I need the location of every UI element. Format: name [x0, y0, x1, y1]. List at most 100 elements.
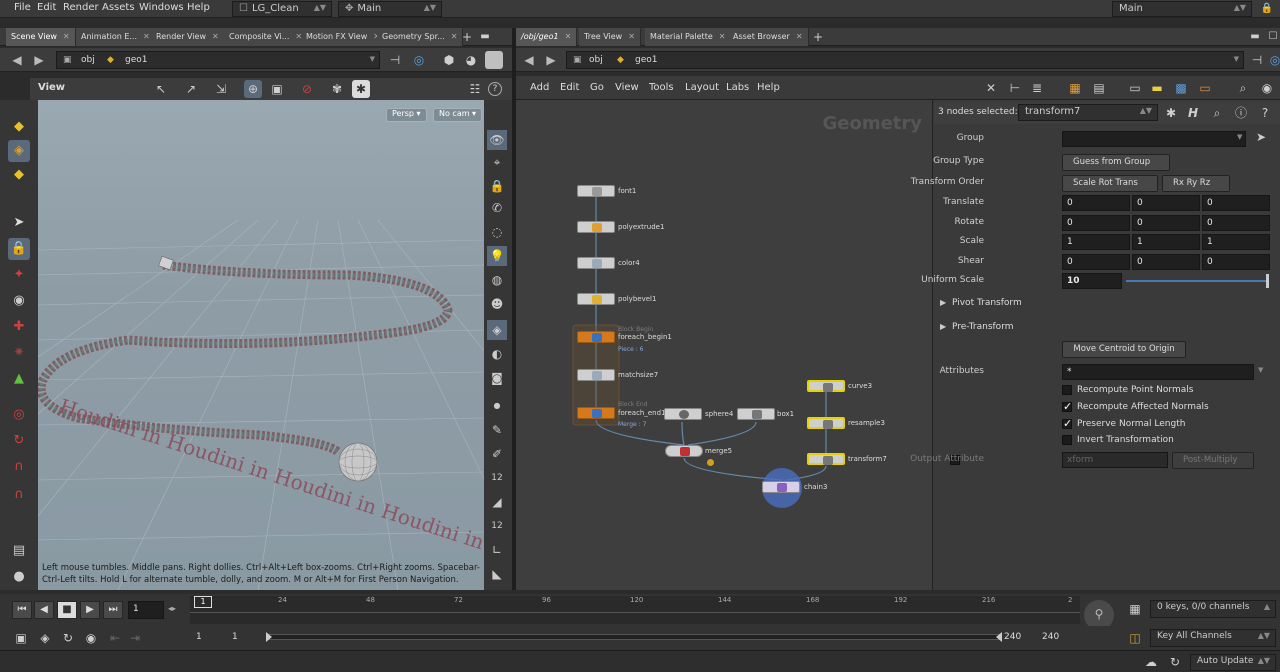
- chevron-down-icon[interactable]: ▼: [1258, 366, 1263, 374]
- shear-x-field[interactable]: 0: [1062, 254, 1130, 270]
- range-slider[interactable]: [266, 634, 1002, 640]
- pointer-icon[interactable]: ➤: [8, 212, 30, 234]
- display-options-icon[interactable]: ▤: [8, 540, 30, 562]
- bulb-icon-2[interactable]: ◍: [487, 270, 507, 290]
- close-icon[interactable]: ✕: [63, 32, 70, 41]
- loop-icon[interactable]: ↻: [59, 629, 77, 647]
- lock-icon[interactable]: 🔒: [487, 176, 507, 196]
- node-font1[interactable]: [577, 185, 615, 197]
- pose-icon[interactable]: ▲: [8, 368, 30, 390]
- timeline-ruler[interactable]: 1 24 48 72 96 120 144 168 192 216 2: [190, 596, 1080, 624]
- link-icon[interactable]: ◎: [1266, 51, 1280, 69]
- stop-button[interactable]: ■: [57, 601, 77, 619]
- key-all-channels-select[interactable]: Key All Channels ▲▼: [1150, 629, 1276, 647]
- keys-channels-select[interactable]: 0 keys, 0/0 channels ▲: [1150, 600, 1276, 618]
- tab-material-palette[interactable]: Material Palette ✕: [645, 28, 732, 46]
- add-tab-icon[interactable]: +: [809, 28, 827, 46]
- quick-select-icon[interactable]: ⌖: [487, 152, 507, 172]
- select-arrow-icon-2[interactable]: ↗: [182, 80, 200, 98]
- auto-update-select[interactable]: Auto Update ▲▼: [1190, 654, 1276, 671]
- sticky-note-icon[interactable]: ▬: [1148, 79, 1166, 97]
- invert-transformation-checkbox[interactable]: [1062, 435, 1072, 445]
- node-polybevel1[interactable]: [577, 293, 615, 305]
- menu-help[interactable]: Help: [757, 82, 780, 93]
- camera-icon[interactable]: ◙: [487, 368, 507, 388]
- tab-render-view[interactable]: Render View ✕: [151, 28, 225, 46]
- pivot-transform-folder[interactable]: ▶ Pivot Transform: [934, 295, 1280, 313]
- lock-icon[interactable]: 🔒: [1258, 0, 1276, 18]
- main-select[interactable]: ✥ Main ▲▼: [338, 1, 442, 17]
- recompute-affected-normals-checkbox[interactable]: [1062, 400, 1072, 413]
- close-icon[interactable]: ✕: [451, 32, 458, 41]
- node-matchsize7[interactable]: [577, 369, 615, 381]
- help-icon[interactable]: ?: [488, 82, 502, 96]
- tab-asset-browser[interactable]: Asset Browser ✕: [728, 28, 809, 46]
- tab-motion-fx-view[interactable]: Motion FX View✕: [301, 28, 386, 46]
- pin-icon[interactable]: ⊣: [1248, 51, 1266, 69]
- translate-x-field[interactable]: 0: [1062, 195, 1130, 211]
- paint-tool-icon[interactable]: ◆: [8, 164, 30, 186]
- scale-icon[interactable]: ✚: [8, 316, 30, 338]
- playback-end[interactable]: 240: [1004, 632, 1021, 642]
- menu-windows[interactable]: Windows: [139, 2, 184, 13]
- wrench-icon[interactable]: ✕: [982, 79, 1000, 97]
- scale-y-field[interactable]: 1: [1132, 234, 1200, 250]
- node-curve3[interactable]: [807, 380, 845, 392]
- group-field[interactable]: [1062, 131, 1246, 147]
- eye-icon[interactable]: ◉: [1258, 79, 1276, 97]
- dots-icon[interactable]: ▭: [1196, 79, 1214, 97]
- node-foreach-end1[interactable]: [577, 407, 615, 419]
- shear-z-field[interactable]: 0: [1202, 254, 1270, 270]
- playback-start[interactable]: 1: [232, 632, 238, 642]
- chevron-down-icon[interactable]: ▼: [370, 55, 375, 63]
- next-key-icon[interactable]: ⇥: [126, 629, 144, 647]
- tab-composite-view[interactable]: Composite Vi... ✕: [224, 28, 309, 46]
- selected-node-select[interactable]: transform7 ▲▼: [1018, 104, 1158, 121]
- menu-add[interactable]: Add: [530, 82, 549, 93]
- select-arrow-icon[interactable]: ➤: [1256, 130, 1266, 144]
- dot-icon[interactable]: ●: [487, 396, 507, 416]
- start-frame[interactable]: 1: [196, 632, 202, 642]
- path-obj[interactable]: obj: [81, 55, 95, 65]
- node-color4[interactable]: [577, 257, 615, 269]
- network-box-icon[interactable]: ▭: [1126, 79, 1144, 97]
- desktop-select[interactable]: ☐ LG_Clean ▲▼: [232, 1, 332, 17]
- tab-tree-view[interactable]: Tree View ✕: [579, 28, 641, 46]
- persp-menu[interactable]: Persp ▾: [386, 108, 427, 122]
- link-icon[interactable]: ◎: [410, 51, 428, 69]
- magnet-icon[interactable]: ∩: [8, 456, 30, 478]
- lock-tool-icon[interactable]: 🔒: [8, 238, 30, 260]
- image-icon[interactable]: ▩: [1172, 79, 1190, 97]
- slider-handle[interactable]: [1266, 274, 1269, 288]
- snapshot-icon[interactable]: ▣: [268, 80, 286, 98]
- help-icon[interactable]: ?: [1256, 104, 1274, 122]
- menu-view[interactable]: View: [615, 82, 639, 93]
- menu-go[interactable]: Go: [590, 82, 604, 93]
- refresh-icon[interactable]: ↻: [1166, 653, 1184, 671]
- menu-layout[interactable]: Layout: [685, 82, 719, 93]
- record-icon[interactable]: ⊘: [298, 80, 316, 98]
- snap-icon[interactable]: ◎: [8, 404, 30, 426]
- scale-z-field[interactable]: 1: [1202, 234, 1270, 250]
- menu-render[interactable]: Render: [63, 2, 99, 13]
- menu-help[interactable]: Help: [187, 2, 210, 13]
- channel-icon[interactable]: ▦: [1126, 600, 1144, 618]
- ramp-icon[interactable]: ◣: [487, 564, 507, 584]
- tree-icon[interactable]: ⊢: [1006, 79, 1024, 97]
- select-arrow-icon[interactable]: ↖: [152, 80, 170, 98]
- visibility-icon[interactable]: ◐: [487, 344, 507, 364]
- camera-icon[interactable]: ⊕: [244, 80, 262, 98]
- audio-icon[interactable]: ◉: [82, 629, 100, 647]
- pin-icon[interactable]: ⊣: [386, 51, 404, 69]
- transform-icon[interactable]: ✦: [8, 264, 30, 286]
- close-icon[interactable]: ✕: [628, 32, 635, 41]
- path-geo[interactable]: geo1: [635, 55, 657, 65]
- network-path-field[interactable]: ▣ obj ◆ geo1 ▼: [566, 51, 1244, 69]
- camera-menu[interactable]: No cam ▾: [433, 108, 483, 122]
- range-end-handle[interactable]: [996, 632, 1002, 642]
- gear-icon[interactable]: ✱: [1162, 104, 1180, 122]
- right-main-select[interactable]: Main ▲▼: [1112, 1, 1252, 17]
- close-icon[interactable]: ✕: [212, 32, 219, 41]
- rotate-y-field[interactable]: 0: [1132, 215, 1200, 231]
- rotate-order-select[interactable]: Rx Ry Rz: [1162, 175, 1230, 192]
